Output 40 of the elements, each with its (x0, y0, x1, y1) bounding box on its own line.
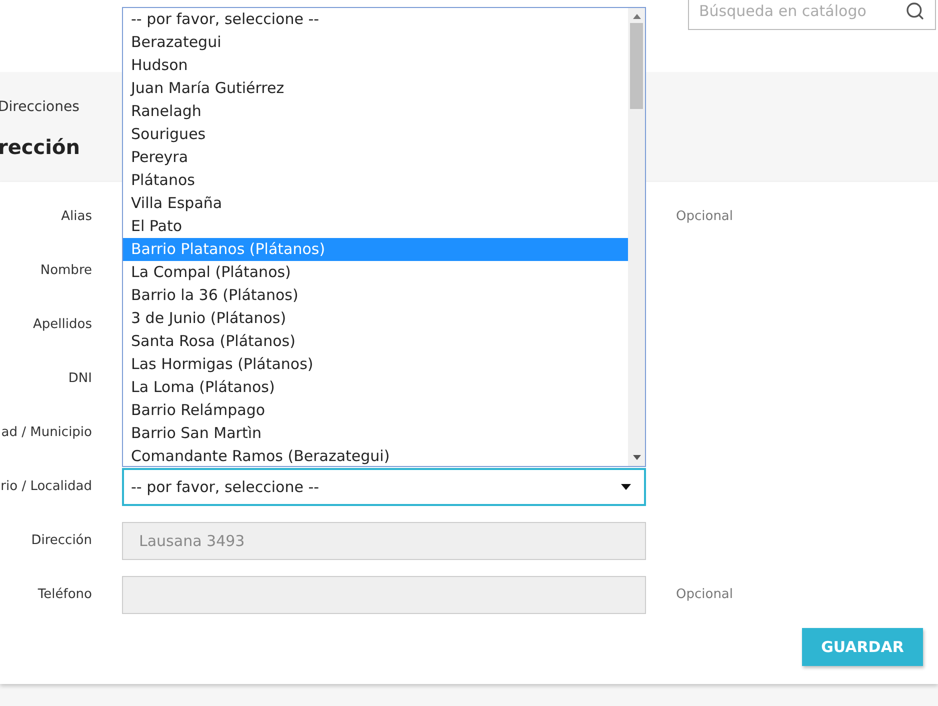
dropdown-option[interactable]: Comandante Ramos (Berazategui) (123, 445, 628, 468)
dropdown-option[interactable]: Villa España (123, 192, 628, 215)
dropdown-option[interactable]: Barrio Relámpago (123, 399, 628, 422)
dropdown-option[interactable]: Barrio San Martìn (123, 422, 628, 445)
scrollbar[interactable] (628, 8, 645, 466)
scrollbar-thumb[interactable] (630, 23, 643, 109)
dropdown-option[interactable]: Sourigues (123, 123, 628, 146)
dropdown-option[interactable]: La Loma (Plátanos) (123, 376, 628, 399)
dropdown-option[interactable]: Barrio la 36 (Plátanos) (123, 284, 628, 307)
dropdown-option[interactable]: Plátanos (123, 169, 628, 192)
field-label: Alias (60, 208, 92, 226)
dropdown-option[interactable]: Juan María Gutiérrez (123, 77, 628, 100)
dropdown-option[interactable]: La Compal (Plátanos) (123, 261, 628, 284)
scroll-up-arrow-icon (632, 14, 640, 19)
scroll-down-arrow-icon (632, 455, 640, 460)
dropdown-option[interactable]: El Pato (123, 215, 628, 238)
field-label: Dirección (30, 532, 92, 550)
dropdown-option[interactable]: Berazategui (123, 31, 628, 54)
field-label: Apellidos (32, 316, 92, 334)
dropdown-option[interactable]: -- por favor, seleccione -- (123, 8, 628, 31)
select-field[interactable]: -- por favor, seleccione -- (122, 468, 646, 506)
optional-note: Opcional (676, 208, 734, 226)
field-label: Teléfono (36, 586, 92, 604)
field-label: Nombre (39, 262, 92, 280)
search-icon (905, 1, 925, 21)
dropdown-option[interactable]: Santa Rosa (Plátanos) (123, 330, 628, 353)
dropdown-option[interactable]: Ranelagh (123, 100, 628, 123)
dropdown-option[interactable]: Pereyra (123, 146, 628, 169)
input-field[interactable] (122, 576, 646, 614)
dropdown-arrow-icon (621, 484, 631, 490)
search-field[interactable]: Búsqueda en catálogo (688, 0, 936, 30)
dropdown-option[interactable]: 3 de Junio (Plátanos) (123, 307, 628, 330)
dropdown-option[interactable]: Las Hormigas (Plátanos) (123, 353, 628, 376)
field-label: rio / Localidad (0, 478, 92, 496)
field-label: ad / Municipio (0, 424, 92, 442)
page-heading: rección (0, 134, 80, 160)
field-label: DNI (67, 370, 92, 388)
optional-note: Opcional (676, 586, 734, 604)
input-field[interactable]: Lausana 3493 (122, 522, 646, 560)
dropdown-option[interactable]: Hudson (123, 54, 628, 77)
